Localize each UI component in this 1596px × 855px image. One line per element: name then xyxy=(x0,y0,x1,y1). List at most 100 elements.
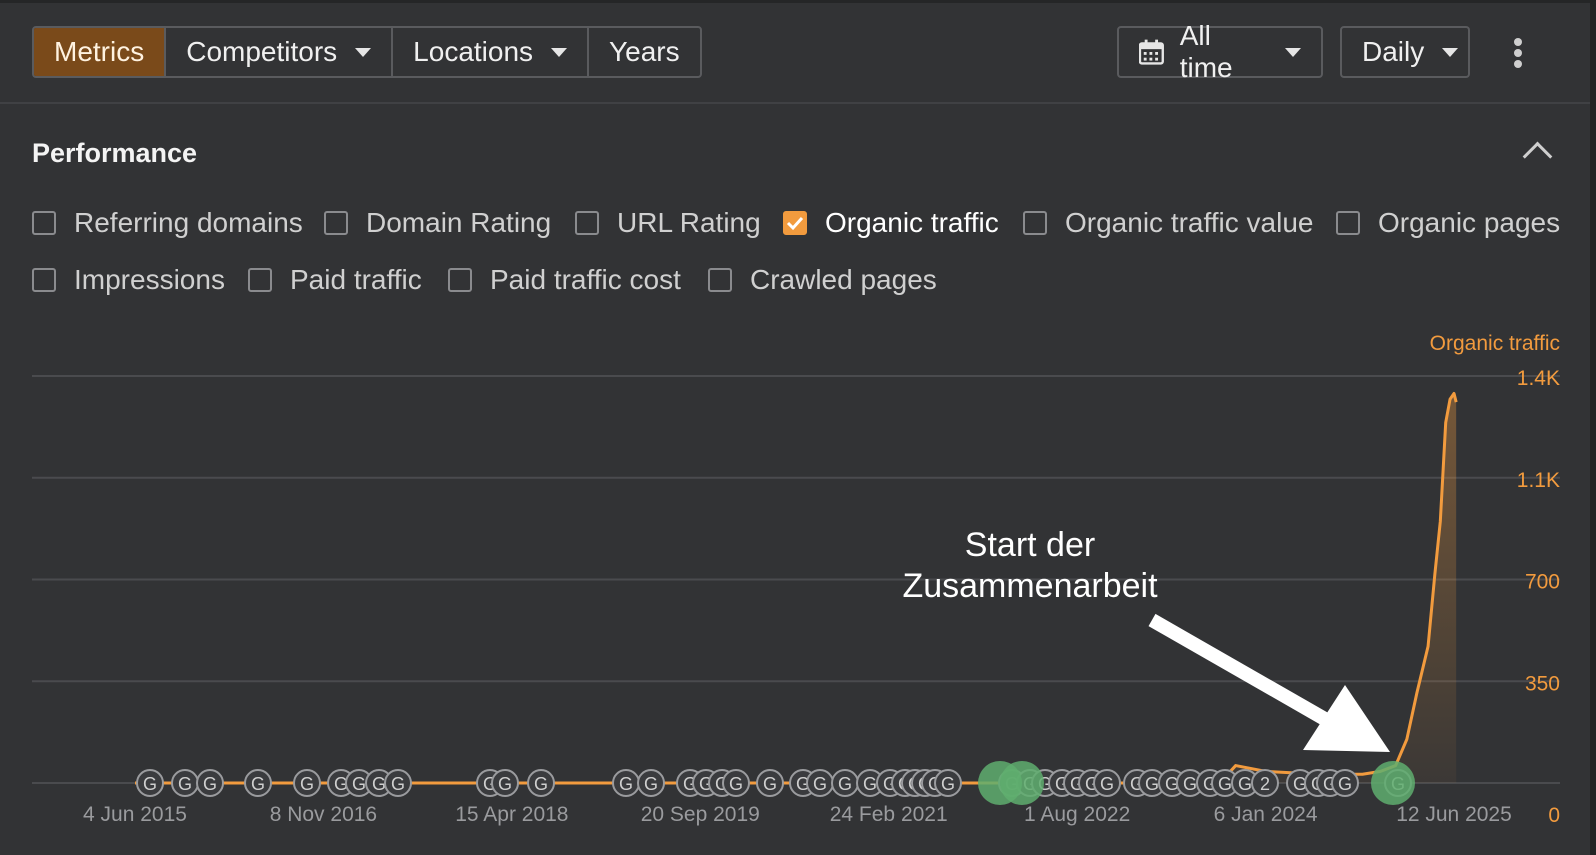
update-marker-label: G xyxy=(300,774,314,794)
update-marker[interactable]: G xyxy=(1331,769,1359,797)
annotation: Start der Zusammenarbeit xyxy=(880,525,1180,607)
update-marker-label: G xyxy=(941,774,955,794)
checkbox-icon[interactable] xyxy=(32,268,56,292)
update-marker-label: G xyxy=(619,774,633,794)
checkbox-icon[interactable] xyxy=(708,268,732,292)
metric-checkbox[interactable]: Domain Rating xyxy=(324,207,551,239)
y-tick-label: 1.4K xyxy=(1517,367,1560,390)
y-tick-label: 700 xyxy=(1525,571,1560,594)
update-marker[interactable]: G xyxy=(527,769,555,797)
caret-down-icon xyxy=(355,47,372,57)
update-marker[interactable]: G xyxy=(244,769,272,797)
metric-label: Crawled pages xyxy=(750,264,937,295)
y-axis-label: Organic traffic xyxy=(1430,332,1560,355)
update-marker[interactable]: G xyxy=(756,769,784,797)
update-marker[interactable]: G xyxy=(637,769,665,797)
metric-label: Organic traffic value xyxy=(1065,207,1314,238)
caret-down-icon xyxy=(1442,47,1459,57)
checkbox-icon[interactable] xyxy=(248,268,272,292)
metric-checkbox[interactable]: URL Rating xyxy=(575,207,761,239)
metric-checkbox[interactable]: Paid traffic xyxy=(248,264,422,296)
update-marker-label: G xyxy=(1183,774,1197,794)
x-tick-label: 4 Jun 2015 xyxy=(83,803,187,826)
tab-competitors-label: Competitors xyxy=(186,36,338,67)
metric-checkbox[interactable]: Referring domains xyxy=(32,207,303,239)
tab-metrics-label: Metrics xyxy=(54,36,145,67)
update-marker[interactable]: G xyxy=(806,769,834,797)
metric-checkbox[interactable]: Organic traffic value xyxy=(1023,207,1314,239)
update-marker[interactable]: G xyxy=(196,769,224,797)
update-marker-label: G xyxy=(534,774,548,794)
update-marker-label: G xyxy=(1218,774,1232,794)
checkbox-icon[interactable] xyxy=(32,211,56,235)
metric-checkbox[interactable]: Paid traffic cost xyxy=(448,264,681,296)
metric-label: Organic pages xyxy=(1378,207,1561,238)
tab-competitors[interactable]: Competitors xyxy=(166,28,394,76)
update-marker-label: G xyxy=(1145,774,1159,794)
calendar-icon xyxy=(1139,39,1164,65)
checkbox-checked-icon[interactable] xyxy=(783,211,807,235)
x-tick-label: 24 Feb 2021 xyxy=(830,803,948,826)
chevron-up-icon[interactable] xyxy=(1522,141,1553,172)
x-tick-label: 6 Jan 2024 xyxy=(1214,803,1318,826)
kebab-menu-icon[interactable] xyxy=(1512,38,1524,68)
checkbox-icon[interactable] xyxy=(1336,211,1360,235)
caret-down-icon xyxy=(1285,47,1301,57)
update-marker[interactable]: G xyxy=(171,769,199,797)
metric-checkbox[interactable]: Impressions xyxy=(32,264,225,296)
update-marker[interactable]: G xyxy=(293,769,321,797)
update-marker[interactable]: G xyxy=(1093,769,1121,797)
metric-label: Impressions xyxy=(74,264,225,295)
update-marker-label: G xyxy=(763,774,777,794)
tab-metrics[interactable]: Metrics xyxy=(34,28,167,76)
annotation-arrow-shaft xyxy=(1148,613,1334,729)
update-marker-label: G xyxy=(1100,774,1114,794)
checkbox-icon[interactable] xyxy=(448,268,472,292)
metric-checkbox[interactable]: Crawled pages xyxy=(708,264,937,296)
organic-traffic-chart: Organic traffic 0 350 700 1.1K 1.4K 4 Jun 2015… xyxy=(32,332,1560,827)
update-marker-label: G xyxy=(644,774,658,794)
update-marker[interactable]: G xyxy=(491,769,519,797)
update-marker-label: G xyxy=(813,774,827,794)
update-marker[interactable]: G xyxy=(384,769,412,797)
series-line xyxy=(135,391,1458,785)
update-marker[interactable]: 2 xyxy=(1251,769,1279,797)
update-marker-label: G xyxy=(1338,774,1352,794)
checkbox-icon[interactable] xyxy=(1023,211,1047,235)
metric-label: Domain Rating xyxy=(366,207,552,238)
highlighted-update-marker[interactable] xyxy=(1371,761,1415,805)
update-marker-label: G xyxy=(1238,774,1252,794)
update-marker[interactable]: G xyxy=(722,769,750,797)
update-marker[interactable]: G xyxy=(136,769,164,797)
x-tick-label: 12 Jun 2025 xyxy=(1396,803,1512,826)
update-marker-label: G xyxy=(143,774,157,794)
update-marker-label: G xyxy=(391,774,405,794)
tab-years[interactable]: Years xyxy=(589,28,700,76)
x-tick-label: 15 Apr 2018 xyxy=(455,803,568,826)
annotation-line-2: Zusammenarbeit xyxy=(902,567,1158,605)
tab-locations[interactable]: Locations xyxy=(393,28,590,76)
annotation-line-1: Start der xyxy=(964,526,1096,564)
checkbox-icon[interactable] xyxy=(575,211,599,235)
update-marker-label: G xyxy=(838,774,852,794)
update-marker-label: 2 xyxy=(1260,774,1270,794)
interval-label: Daily xyxy=(1362,36,1425,67)
date-range-dropdown[interactable]: All time xyxy=(1117,20,1323,83)
update-marker-label: G xyxy=(178,774,192,794)
metric-checkbox[interactable]: Organic traffic xyxy=(783,207,999,239)
date-range-label: All time xyxy=(1179,20,1233,83)
metric-checkbox[interactable]: Organic pages xyxy=(1336,207,1560,239)
update-marker-label: G xyxy=(372,774,386,794)
update-marker[interactable]: G xyxy=(831,769,859,797)
update-marker[interactable]: G xyxy=(934,769,962,797)
x-tick-label: 1 Aug 2022 xyxy=(1024,803,1130,826)
update-marker-label: G xyxy=(203,774,217,794)
y-tick-label: 1.1K xyxy=(1517,469,1560,492)
update-marker-label: G xyxy=(498,774,512,794)
interval-dropdown[interactable]: Daily xyxy=(1340,26,1470,78)
update-marker[interactable]: G xyxy=(612,769,640,797)
metric-label: Organic traffic xyxy=(825,207,999,238)
checkbox-icon[interactable] xyxy=(324,211,348,235)
highlighted-update-marker[interactable] xyxy=(1000,761,1044,805)
caret-down-icon xyxy=(551,47,568,57)
